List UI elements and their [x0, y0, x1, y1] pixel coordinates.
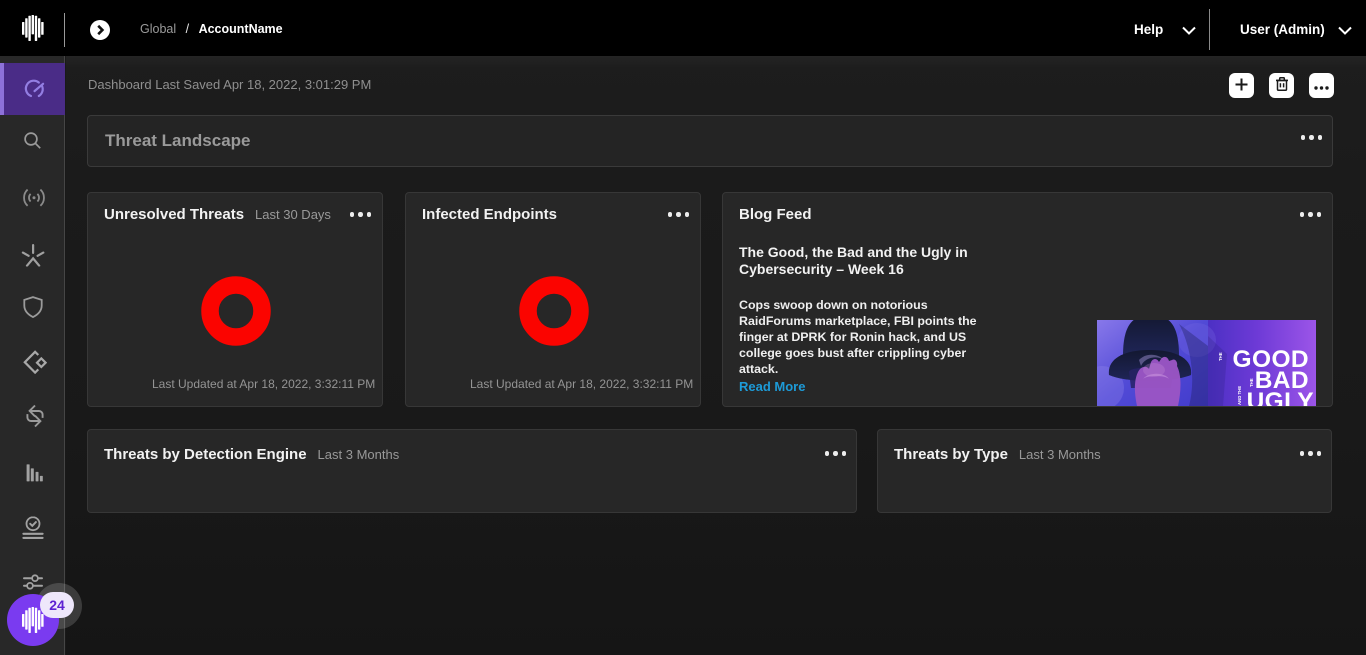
svg-text:THE: THE	[1249, 378, 1254, 387]
svg-text:THE: THE	[1218, 352, 1223, 361]
svg-text:UGLY: UGLY	[1247, 388, 1314, 406]
svg-text:AND THE: AND THE	[1237, 386, 1242, 405]
